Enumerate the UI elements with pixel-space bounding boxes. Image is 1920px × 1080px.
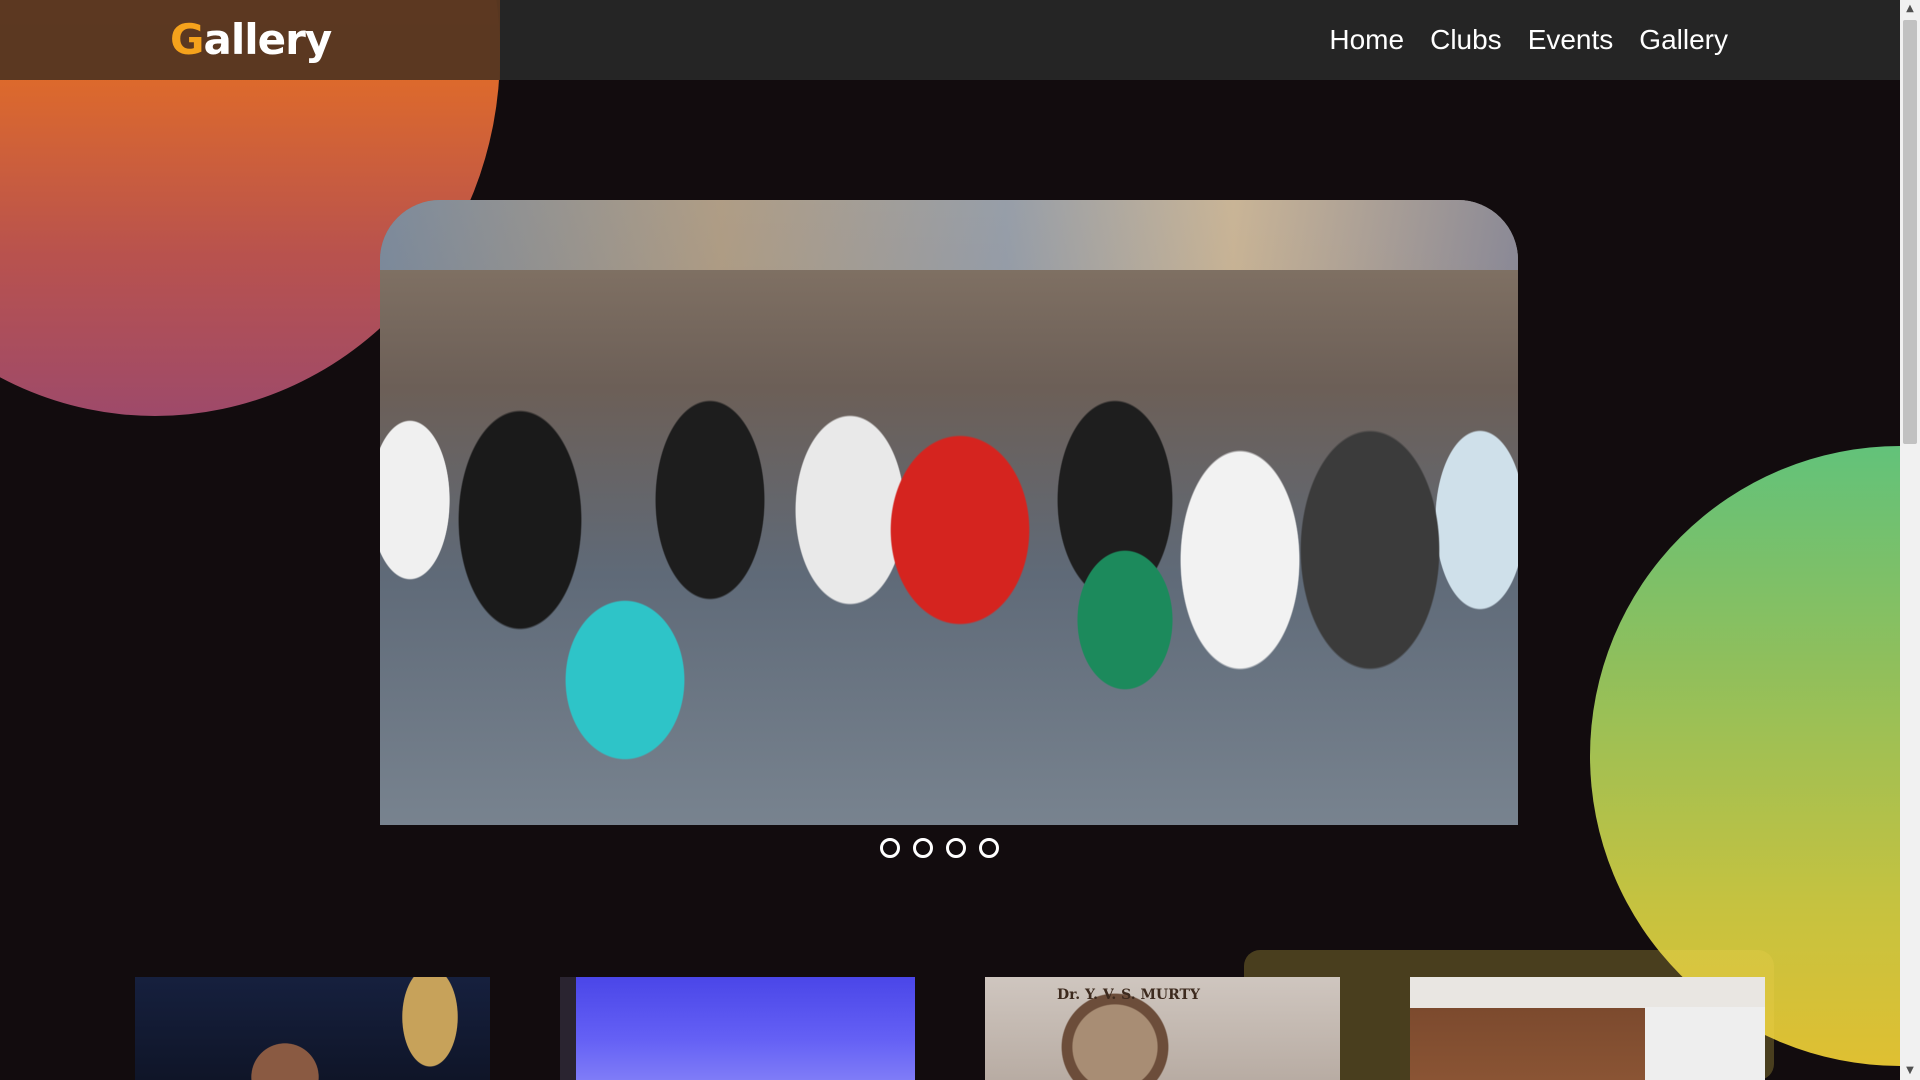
site-logo[interactable]: Gallery [170, 14, 332, 66]
nav-home-link[interactable]: Home [1329, 20, 1404, 60]
carousel-dot-2[interactable] [913, 838, 933, 858]
carousel-dot-1[interactable] [880, 838, 900, 858]
gallery-thumbnail-3[interactable]: Dr. Y. V. S. MURTY [985, 977, 1340, 1080]
gallery-thumbnail-2[interactable] [560, 977, 915, 1080]
gallery-thumbnail-1[interactable] [135, 977, 490, 1080]
vertical-scrollbar[interactable]: ▲ ▼ [1900, 0, 1920, 1080]
top-navbar: Gallery Home Clubs Events Gallery [0, 0, 1900, 80]
image-carousel[interactable] [380, 200, 1518, 825]
gallery-thumbnail-4[interactable] [1410, 977, 1765, 1080]
scroll-up-icon[interactable]: ▲ [1900, 0, 1920, 18]
scroll-down-icon[interactable]: ▼ [1900, 1062, 1920, 1080]
main-nav: Home Clubs Events Gallery [1329, 20, 1728, 60]
carousel-slide-image [380, 200, 1518, 825]
nav-clubs-link[interactable]: Clubs [1430, 20, 1502, 60]
carousel-dot-3[interactable] [946, 838, 966, 858]
seal-text: Dr. Y. V. S. MURTY [1057, 987, 1200, 1003]
gallery-page: Gallery Home Clubs Events Gallery Dr. Y.… [0, 0, 1920, 1080]
nav-events-link[interactable]: Events [1528, 20, 1614, 60]
logo-first-letter: G [170, 15, 204, 64]
gallery-thumbnail-grid: Dr. Y. V. S. MURTY [135, 977, 1775, 1080]
scrollbar-thumb[interactable] [1903, 20, 1917, 444]
carousel-dot-4[interactable] [979, 838, 999, 858]
nav-gallery-link[interactable]: Gallery [1639, 20, 1728, 60]
carousel-indicators [880, 838, 999, 858]
logo-rest: allery [203, 15, 332, 64]
